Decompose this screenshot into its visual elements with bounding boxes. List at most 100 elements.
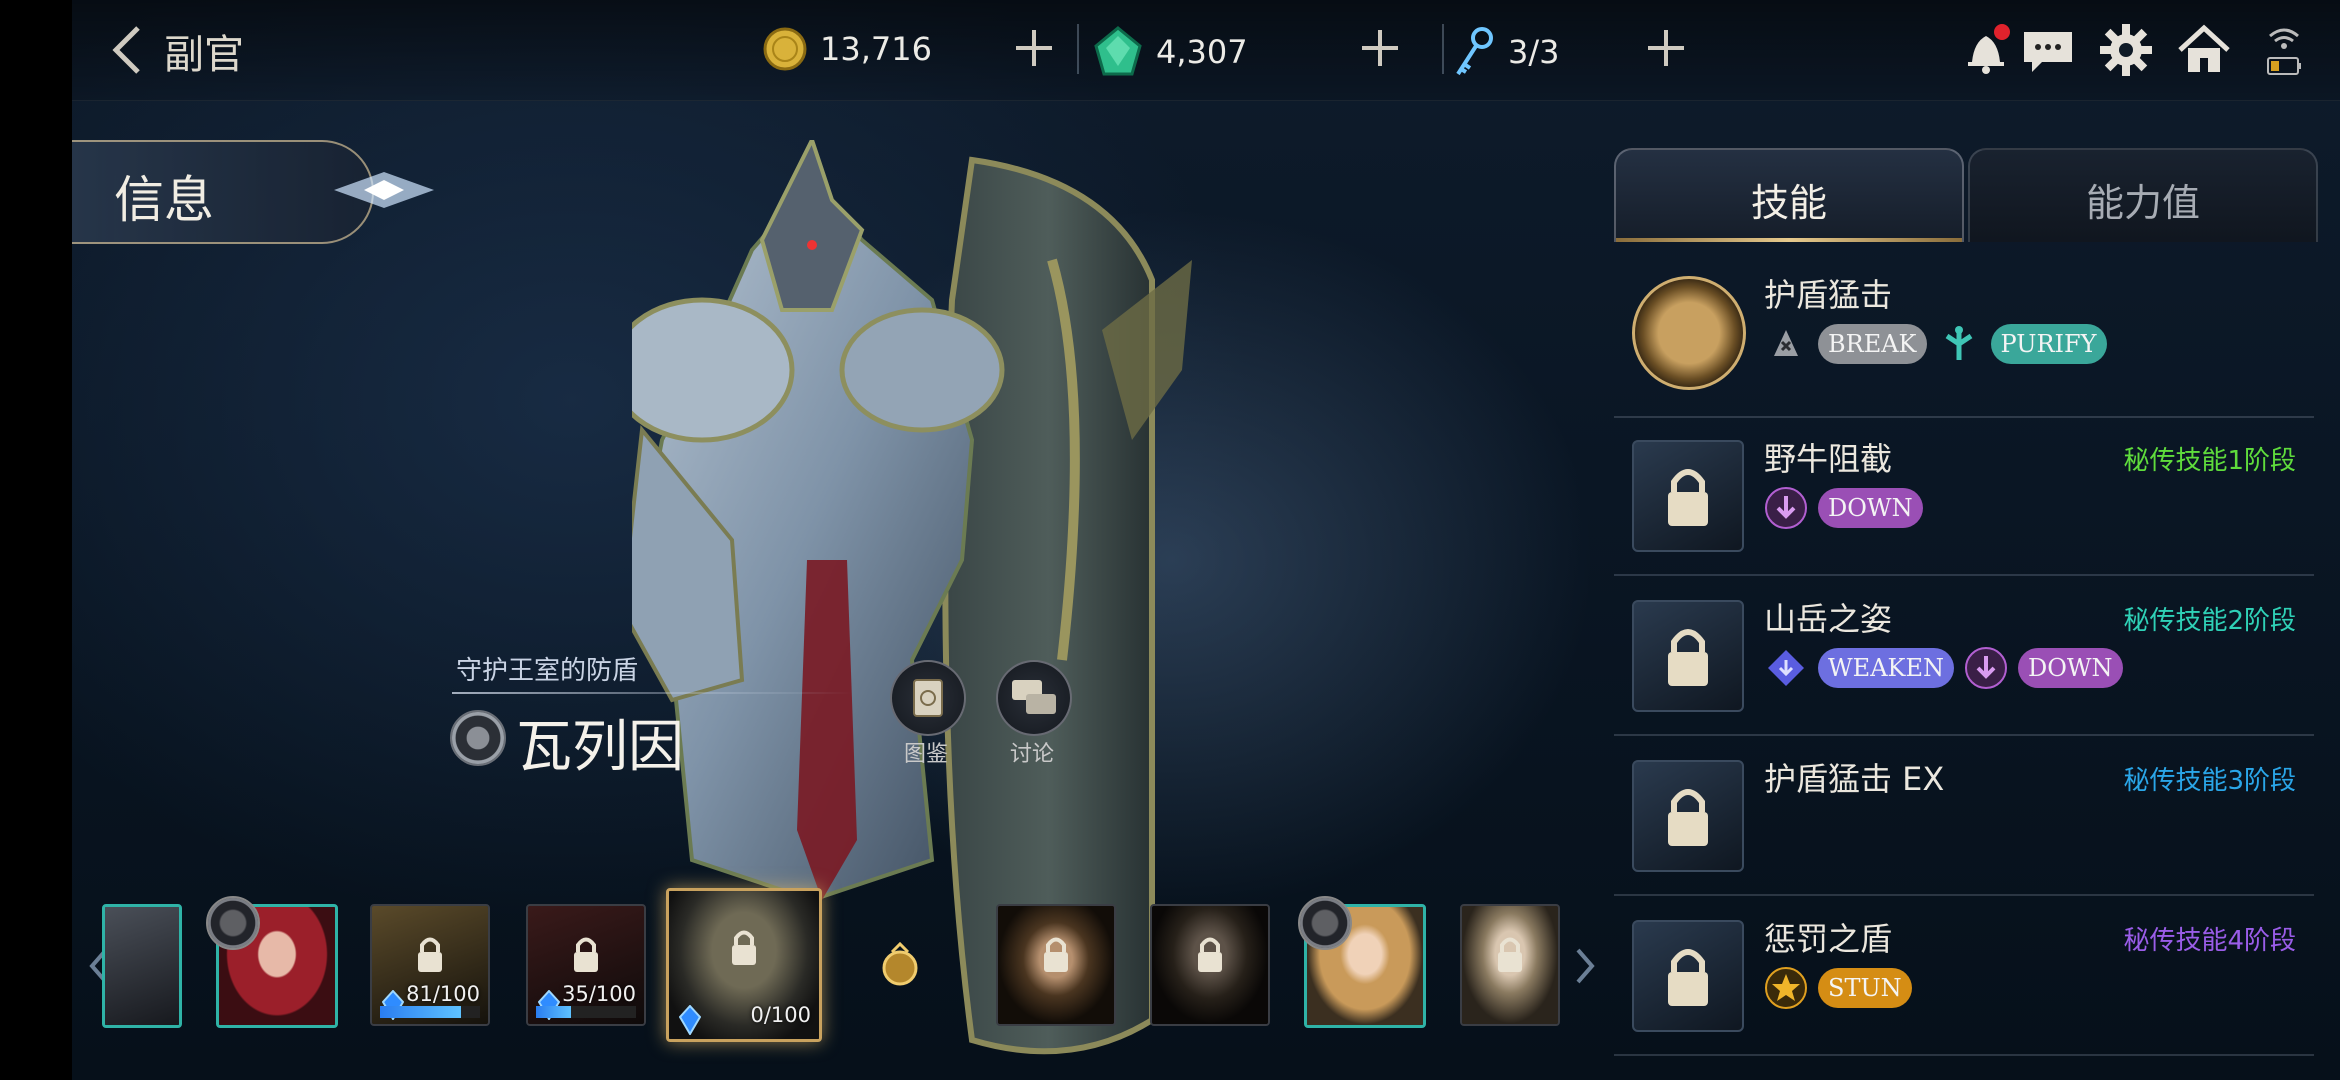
gem-counter: 4,307 bbox=[1092, 26, 1248, 78]
progress-fill bbox=[536, 1006, 571, 1018]
skill-name: 山岳之姿 bbox=[1764, 600, 1893, 638]
locked-skill-icon bbox=[1632, 440, 1744, 552]
roster-card[interactable]: 81/100 bbox=[370, 904, 490, 1026]
top-bar: 副官 13,716 4,307 3/3 bbox=[72, 0, 2340, 101]
lock-icon bbox=[1668, 949, 1708, 1006]
skill-name: 野牛阻截 bbox=[1764, 440, 1893, 478]
class-emblem-icon bbox=[450, 710, 506, 766]
weaken-icon bbox=[1768, 650, 1804, 686]
game-screen: 副官 13,716 4,307 3/3 信息 守护王室的防盾 瓦列因 图鉴 讨论… bbox=[72, 0, 2340, 1080]
lock-icon bbox=[1668, 469, 1708, 526]
divider bbox=[1442, 24, 1444, 74]
lock-icon bbox=[1498, 937, 1522, 972]
crystal-ornament-icon bbox=[334, 172, 434, 208]
tab-skills[interactable]: 技能 bbox=[1614, 148, 1964, 242]
roster-card[interactable] bbox=[1460, 904, 1560, 1026]
roster-card[interactable] bbox=[102, 904, 182, 1028]
shard-progress-bar bbox=[380, 1006, 480, 1018]
skill-row[interactable]: 护盾猛击 BREAK PURIFY bbox=[1614, 252, 2314, 418]
gold-coin-icon bbox=[763, 27, 807, 71]
key-counter: 3/3 bbox=[1452, 26, 1560, 78]
add-keys-button[interactable] bbox=[1644, 26, 1688, 70]
gold-counter: 13,716 bbox=[762, 26, 932, 72]
class-emblem-icon bbox=[206, 896, 260, 950]
skill-tags: DOWN bbox=[1764, 486, 1923, 530]
codex-button[interactable] bbox=[890, 660, 966, 736]
lock-icon bbox=[1668, 629, 1708, 686]
down-tag: DOWN bbox=[1818, 488, 1923, 528]
skill-stage: 秘传技能1阶段 bbox=[2123, 446, 2296, 476]
skill-tags: BREAK PURIFY bbox=[1764, 322, 2107, 366]
portrait bbox=[105, 907, 179, 1025]
lock-icon bbox=[1044, 937, 1068, 972]
shard-progress-text: 81/100 bbox=[406, 982, 480, 1006]
skill-name: 惩罚之盾 bbox=[1764, 920, 1893, 958]
gem-value: 4,307 bbox=[1156, 33, 1248, 71]
lock-icon bbox=[574, 937, 598, 972]
blue-soul-gem-icon bbox=[679, 1005, 701, 1035]
lock-icon bbox=[732, 930, 756, 965]
stun-icon bbox=[1765, 967, 1807, 1009]
purify-tag: PURIFY bbox=[1990, 324, 2107, 364]
skill-tags: STUN bbox=[1764, 966, 1912, 1010]
info-tab-label: 信息 bbox=[114, 171, 214, 229]
hero-name: 瓦列因 bbox=[516, 715, 684, 780]
roster-card-selected[interactable]: 0/100 bbox=[666, 888, 822, 1042]
skill-row[interactable]: 山岳之姿 秘传技能2阶段 WEAKEN DOWN bbox=[1614, 576, 2314, 736]
gold-emblem-icon bbox=[882, 941, 918, 986]
skill-tags: WEAKEN DOWN bbox=[1764, 646, 2123, 690]
skill-name: 护盾猛击 EX bbox=[1764, 760, 1945, 798]
skill-stage: 秘传技能2阶段 bbox=[2123, 606, 2296, 636]
class-emblem-icon bbox=[1298, 896, 1352, 950]
hero-title: 守护王室的防盾 bbox=[456, 656, 639, 686]
add-gems-button[interactable] bbox=[1358, 26, 1402, 70]
add-gold-button[interactable] bbox=[1012, 26, 1056, 70]
locked-skill-icon bbox=[1632, 600, 1744, 712]
lock-icon bbox=[1668, 789, 1708, 846]
locked-skill-icon bbox=[1632, 920, 1744, 1032]
skill-row[interactable]: 护盾猛击 EX 秘传技能3阶段 bbox=[1614, 736, 2314, 896]
tab-skills-label: 技能 bbox=[1750, 181, 1827, 225]
tab-stats[interactable]: 能力值 bbox=[1968, 148, 2318, 242]
lock-icon bbox=[1198, 937, 1222, 972]
chevron-right-icon[interactable] bbox=[1572, 946, 1598, 986]
skill-stage: 秘传技能4阶段 bbox=[2123, 926, 2296, 956]
down-tag: DOWN bbox=[2017, 648, 2123, 688]
gear-icon[interactable] bbox=[2098, 22, 2154, 78]
stun-tag: STUN bbox=[1818, 968, 1912, 1008]
weaken-tag: WEAKEN bbox=[1818, 648, 1954, 688]
back-arrow-icon[interactable] bbox=[108, 22, 148, 78]
chat-icon[interactable] bbox=[2020, 22, 2076, 78]
green-crystal-icon bbox=[1094, 26, 1142, 76]
divider bbox=[452, 692, 852, 694]
discuss-label: 讨论 bbox=[1009, 742, 1054, 767]
skill-stage: 秘传技能3阶段 bbox=[2123, 766, 2296, 796]
break-tag: BREAK bbox=[1818, 324, 1927, 364]
shard-progress-text: 0/100 bbox=[750, 1003, 811, 1027]
home-icon[interactable] bbox=[2176, 22, 2232, 78]
progress-fill bbox=[380, 1006, 461, 1018]
skill-row[interactable]: 野牛阻截 秘传技能1阶段 DOWN bbox=[1614, 416, 2314, 576]
wifi-battery-icon bbox=[2267, 28, 2301, 75]
shard-progress-text: 35/100 bbox=[562, 982, 636, 1006]
down-icon bbox=[1765, 487, 1807, 529]
codex-label: 图鉴 bbox=[903, 742, 948, 767]
notification-dot bbox=[1994, 24, 2010, 40]
chat-bubbles-icon bbox=[1012, 680, 1056, 714]
skill-name: 护盾猛击 bbox=[1764, 276, 1893, 314]
shield-bash-skill-icon bbox=[1632, 276, 1746, 390]
lock-icon bbox=[418, 937, 442, 972]
roster-card[interactable] bbox=[996, 904, 1116, 1026]
divider bbox=[1077, 24, 1079, 74]
locked-skill-icon bbox=[1632, 760, 1744, 872]
discuss-button[interactable] bbox=[996, 660, 1072, 736]
tab-stats-label: 能力值 bbox=[2085, 181, 2200, 225]
info-tab[interactable]: 信息 bbox=[72, 140, 374, 244]
down-icon bbox=[1964, 647, 2007, 689]
roster-card[interactable]: 35/100 bbox=[526, 904, 646, 1026]
page-title: 副官 bbox=[164, 32, 244, 78]
book-icon bbox=[913, 679, 943, 717]
skill-row[interactable]: 惩罚之盾 秘传技能4阶段 STUN bbox=[1614, 896, 2314, 1056]
roster-card[interactable] bbox=[1150, 904, 1270, 1026]
bell-icon[interactable] bbox=[1958, 22, 2014, 78]
